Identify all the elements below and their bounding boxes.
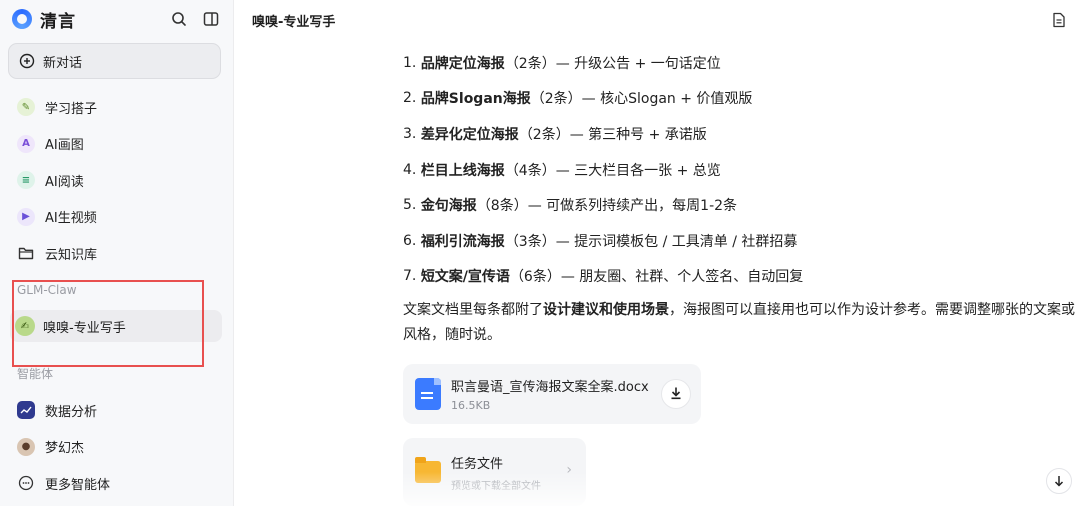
document-icon[interactable] (1052, 12, 1066, 32)
task-files-card[interactable]: 任务文件 预览或下载全部文件 › (403, 438, 586, 506)
message-content: 1. 品牌定位海报 （2条）— 升级公告 + 一句话定位 2. 品牌Slogan海… (403, 45, 1080, 348)
sidebar-nav: ✎ 学习搭子 A AI画图 ≡ AI阅读 ▶ AI生视频 云知识库 (0, 89, 233, 272)
arrow-down-icon (1053, 472, 1065, 491)
sidebar-item-ai-drawing[interactable]: A AI画图 (0, 126, 233, 163)
list-item-title: 品牌Slogan海报 (420, 91, 531, 108)
list-number: 4. (403, 161, 417, 178)
app-name: 清言 (40, 11, 76, 32)
list-item: 4. 栏目上线海报 （4条）— 三大栏目各一张 + 总览 (403, 152, 1080, 188)
scroll-to-bottom-button[interactable] (1046, 468, 1072, 494)
logo-icon (12, 9, 32, 29)
download-button[interactable] (661, 379, 691, 409)
sidebar-item-more-agents[interactable]: 更多智能体 (0, 465, 233, 502)
ai-reading-icon: ≡ (17, 171, 35, 190)
more-agents-icon (17, 474, 35, 492)
list-item-detail: （2条）— 核心Slogan + 价值观版 (530, 91, 753, 108)
list-number: 6. (403, 232, 417, 249)
paragraph-emphasis: 设计建议和使用场景 (543, 302, 669, 319)
study-buddy-icon: ✎ (17, 98, 35, 117)
section-label-glm-claw: GLM-Claw (17, 283, 77, 297)
app-logo[interactable]: 清言 (12, 7, 76, 32)
summary-paragraph: 文案文档里每条都附了设计建议和使用场景，海报图可以直接用也可以作为设计参考。需要… (403, 298, 1079, 348)
sidebar-item-ai-reading[interactable]: ≡ AI阅读 (0, 162, 233, 199)
sidebar-item-label: AI阅读 (45, 174, 84, 190)
file-attachment-card[interactable]: 职言曼语_宣传海报文案全案.docx 16.5KB (403, 364, 701, 424)
task-files-title: 任务文件 (451, 456, 504, 472)
list-item-title: 金句海报 (420, 198, 477, 215)
download-icon (669, 385, 683, 404)
docx-file-icon (415, 378, 441, 410)
list-item: 3. 差异化定位海报 （2条）— 第三种号 + 承诺版 (403, 116, 1080, 152)
sidebar-item-claw-writer[interactable]: ✍ 嗅嗅-专业写手 (10, 310, 222, 342)
list-item-title: 福利引流海报 (420, 233, 505, 250)
sidebar: 清言 新对话 ✎ 学习搭子 A AI画图 ≡ AI阅读 ▶ AI生视频 云知识库… (0, 0, 234, 506)
list-item-detail: （2条）— 升级公告 + 一句话定位 (504, 55, 721, 72)
plus-circle-icon (19, 53, 35, 69)
sidebar-top-bar: 清言 (0, 0, 233, 38)
ai-video-icon: ▶ (17, 207, 35, 226)
list-number: 3. (403, 125, 417, 142)
list-number: 2. (403, 90, 417, 107)
sidebar-item-label: 云知识库 (45, 247, 98, 263)
new-chat-label: 新对话 (43, 55, 83, 71)
list-item: 7. 短文案/宣传语 （6条）— 朋友圈、社群、个人签名、自动回复 (403, 259, 1080, 295)
app-window: 清言 新对话 ✎ 学习搭子 A AI画图 ≡ AI阅读 ▶ AI生视频 云知识库… (0, 0, 1080, 506)
folder-icon (415, 457, 441, 483)
sidebar-item-knowledge-base[interactable]: 云知识库 (0, 235, 233, 272)
sidebar-item-label: 梦幻杰 (45, 441, 85, 457)
list-item: 1. 品牌定位海报 （2条）— 升级公告 + 一句话定位 (403, 45, 1080, 81)
data-analysis-icon (17, 401, 35, 420)
chevron-right-icon: › (566, 462, 572, 478)
list-item-title: 短文案/宣传语 (420, 269, 510, 286)
section-label-agents: 智能体 (17, 367, 54, 381)
avatar-icon: ● (17, 437, 35, 456)
sidebar-toggle-icon[interactable] (203, 11, 219, 27)
list-item: 2. 品牌Slogan海报 （2条）— 核心Slogan + 价值观版 (403, 81, 1080, 117)
list-item-title: 差异化定位海报 (420, 126, 519, 143)
list-number: 5. (403, 197, 417, 214)
sidebar-item-data-analysis[interactable]: 数据分析 (0, 392, 233, 429)
main-panel: 嗅嗅-专业写手 1. 品牌定位海报 （2条）— 升级公告 + 一句话定位 2. 品… (234, 0, 1080, 506)
list-item-title: 品牌定位海报 (420, 55, 505, 72)
list-item: 6. 福利引流海报 （3条）— 提示词模板包 / 工具清单 / 社群招募 (403, 223, 1080, 259)
paragraph-text: 文案文档里每条都附了 (403, 302, 543, 319)
search-icon[interactable] (171, 11, 187, 27)
list-item-detail: （6条）— 朋友圈、社群、个人签名、自动回复 (509, 269, 804, 286)
file-size: 16.5KB (451, 399, 491, 412)
sidebar-item-label: 嗅嗅-专业写手 (43, 320, 126, 336)
list-number: 1. (403, 54, 417, 71)
sidebar-item-label: 更多智能体 (45, 477, 111, 493)
ai-drawing-icon: A (17, 134, 35, 153)
sidebar-item-label: 数据分析 (45, 404, 98, 420)
folder-icon (17, 244, 35, 262)
list-item-detail: （2条）— 第三种号 + 承诺版 (518, 126, 707, 143)
list-item-detail: （4条）— 三大栏目各一张 + 总览 (504, 162, 721, 179)
list-item-title: 栏目上线海报 (420, 162, 505, 179)
list-item-detail: （8条）— 可做系列持续产出，每周1-2条 (476, 198, 738, 215)
sidebar-item-label: AI画图 (45, 138, 84, 154)
new-chat-button[interactable]: 新对话 (8, 43, 221, 79)
writer-avatar-icon: ✍ (15, 316, 35, 336)
chat-title: 嗅嗅-专业写手 (252, 14, 336, 30)
list-item: 5. 金句海报 （8条）— 可做系列持续产出，每周1-2条 (403, 187, 1080, 223)
task-files-subtitle: 预览或下载全部文件 (451, 480, 541, 492)
list-item-detail: （3条）— 提示词模板包 / 工具清单 / 社群招募 (504, 233, 798, 250)
sidebar-item-ai-video[interactable]: ▶ AI生视频 (0, 199, 233, 236)
sidebar-item-label: 学习搭子 (45, 101, 98, 117)
list-number: 7. (403, 268, 417, 285)
sidebar-item-study-buddy[interactable]: ✎ 学习搭子 (0, 89, 233, 126)
file-name: 职言曼语_宣传海报文案全案.docx (451, 380, 649, 395)
sidebar-item-label: AI生视频 (45, 211, 97, 227)
sidebar-item-menghuanjie[interactable]: ● 梦幻杰 (0, 429, 233, 466)
agents-list: 数据分析 ● 梦幻杰 更多智能体 (0, 392, 233, 502)
